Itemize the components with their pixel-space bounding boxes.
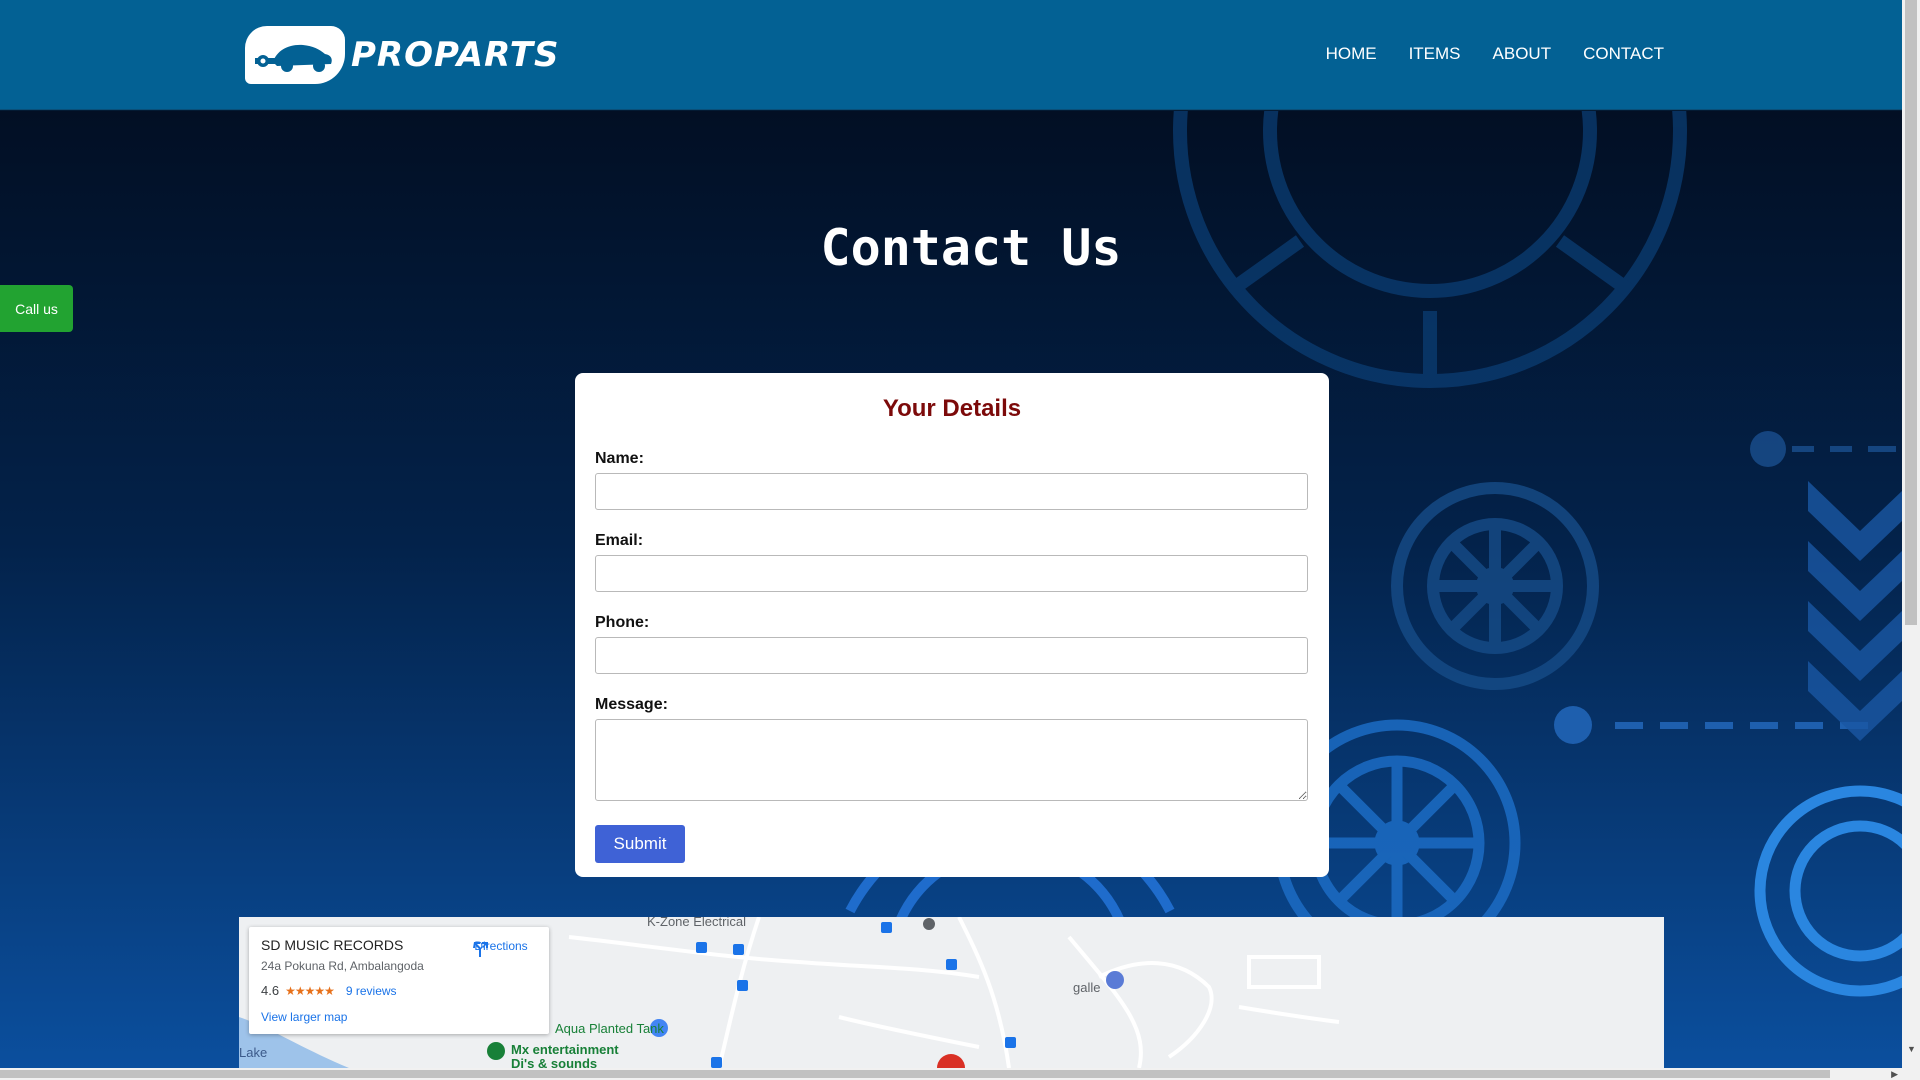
nav-items[interactable]: ITEMS	[1409, 44, 1461, 64]
message-textarea[interactable]	[595, 719, 1308, 801]
rating-value: 4.6	[261, 983, 280, 998]
phone-label: Phone:	[595, 614, 650, 631]
call-us-button[interactable]: Call us	[0, 285, 73, 332]
nav-contact[interactable]: CONTACT	[1583, 44, 1664, 64]
nav-home[interactable]: HOME	[1326, 44, 1377, 64]
place-info-card: SD MUSIC RECORDS 24a Pokuna Rd, Ambalang…	[249, 927, 549, 1034]
name-input[interactable]	[595, 473, 1308, 510]
scroll-right-arrow-icon[interactable]: ▶	[1891, 1069, 1898, 1080]
map-label-mx-sounds: Dj's & sounds	[511, 1056, 598, 1068]
view-larger-map-link[interactable]: View larger map	[261, 1010, 537, 1024]
reviews-link[interactable]: 9 reviews	[346, 984, 397, 998]
scroll-down-arrow-icon[interactable]: ▼	[1907, 1044, 1916, 1054]
email-label: Email:	[595, 532, 644, 549]
vertical-scrollbar[interactable]: ▼	[1902, 0, 1920, 1068]
google-map[interactable]: K-Zone Electrical galle Aqua Planted Tan…	[239, 917, 1664, 1068]
map-label-electrical: K-Zone Electrical	[647, 917, 746, 929]
form-heading: Your Details	[882, 395, 1022, 422]
map-label-planted-tank: Aqua Planted Tank	[555, 1021, 664, 1036]
car-key-icon	[245, 26, 345, 84]
horizontal-scroll-thumb[interactable]	[0, 1070, 1830, 1078]
map-label-mx-entertainment: Mx entertainment	[511, 1042, 619, 1057]
nav-about[interactable]: ABOUT	[1493, 44, 1552, 64]
horizontal-scrollbar[interactable]: ▶	[0, 1068, 1920, 1080]
contact-form-card: Your Details Name: Email: Phone: Message…	[575, 373, 1329, 877]
phone-input[interactable]	[595, 637, 1308, 674]
map-label-lake: Lake	[239, 1045, 268, 1060]
brand-name: PROPARTS	[351, 35, 560, 75]
directions-button[interactable]: Directions	[471, 939, 531, 957]
map-label-galle: galle	[1073, 980, 1101, 995]
page-title: Contact Us	[820, 219, 1122, 277]
brand-logo[interactable]: PROPARTS	[245, 26, 559, 84]
submit-button[interactable]: Submit	[595, 825, 685, 863]
directions-icon	[473, 942, 488, 957]
email-input[interactable]	[595, 555, 1308, 592]
rating-row: 4.6 ★★★★★ 9 reviews	[261, 983, 537, 998]
main-nav: HOME ITEMS ABOUT CONTACT	[1326, 44, 1664, 64]
site-header: PROPARTS HOME ITEMS ABOUT CONTACT	[0, 0, 1902, 110]
star-rating-icon: ★★★★★	[285, 983, 335, 998]
vertical-scroll-thumb[interactable]	[1905, 0, 1917, 625]
message-label: Message:	[595, 696, 668, 713]
name-label: Name:	[595, 450, 644, 467]
place-address: 24a Pokuna Rd, Ambalangoda	[261, 959, 424, 973]
